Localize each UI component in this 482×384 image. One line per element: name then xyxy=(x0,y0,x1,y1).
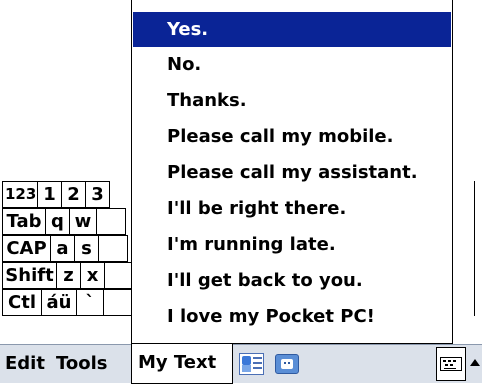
key-a[interactable]: a xyxy=(50,235,75,262)
key-shift[interactable]: Shift xyxy=(2,262,57,289)
keyboard-edge xyxy=(474,262,482,289)
menu-item-thanks[interactable]: Thanks. xyxy=(133,83,451,118)
key-3[interactable]: 3 xyxy=(85,181,110,208)
key-x[interactable]: x xyxy=(80,262,105,289)
key-1[interactable]: 1 xyxy=(37,181,62,208)
key-s[interactable]: s xyxy=(74,235,99,262)
menu-item-no[interactable]: No. xyxy=(133,47,451,82)
menu-item-running-late[interactable]: I'm running late. xyxy=(133,227,451,262)
emoticon-icon[interactable] xyxy=(275,354,299,374)
menu-item-right-there[interactable]: I'll be right there. xyxy=(133,191,451,226)
key-ctl[interactable]: Ctl xyxy=(2,289,42,316)
key-e[interactable] xyxy=(96,208,126,235)
keyboard-edge xyxy=(474,181,482,208)
my-text-popup-menu: Yes. No. Thanks. Please call my mobile. … xyxy=(131,0,453,344)
key-c[interactable] xyxy=(104,262,134,289)
my-text-menu[interactable]: My Text xyxy=(131,344,233,384)
key-123[interactable]: 123 xyxy=(2,181,38,208)
key-accents[interactable]: áü xyxy=(41,289,77,316)
key-tab[interactable]: Tab xyxy=(2,208,46,235)
menu-bar: Edit Tools My Text xyxy=(0,344,482,384)
edit-menu[interactable]: Edit xyxy=(5,345,45,383)
keyboard-row-4: Shift z x xyxy=(2,262,134,289)
menu-up-arrow-icon[interactable] xyxy=(470,359,480,366)
keyboard-row-3: CAP a s xyxy=(2,235,128,262)
key-backslash[interactable] xyxy=(103,289,133,316)
key-caps[interactable]: CAP xyxy=(2,235,51,262)
key-d[interactable] xyxy=(98,235,128,262)
keyboard-edge xyxy=(474,235,482,262)
keyboard-row-5: Ctl áü ` xyxy=(2,289,133,316)
menu-item-call-assistant[interactable]: Please call my assistant. xyxy=(133,155,451,190)
keyboard-row-1: 123 1 2 3 xyxy=(2,181,110,208)
menu-item-call-mobile[interactable]: Please call my mobile. xyxy=(133,119,451,154)
contact-card-icon[interactable] xyxy=(239,353,264,375)
keyboard-edge xyxy=(474,289,482,316)
menu-item-get-back[interactable]: I'll get back to you. xyxy=(133,263,451,298)
key-w[interactable]: w xyxy=(69,208,97,235)
key-backtick[interactable]: ` xyxy=(76,289,104,316)
keyboard-row-2: Tab q w xyxy=(2,208,126,235)
key-q[interactable]: q xyxy=(45,208,70,235)
key-z[interactable]: z xyxy=(56,262,81,289)
key-2[interactable]: 2 xyxy=(61,181,86,208)
keyboard-edge xyxy=(474,208,482,235)
menu-item-yes[interactable]: Yes. xyxy=(133,12,451,47)
menu-item-love-pocket-pc[interactable]: I love my Pocket PC! xyxy=(133,299,451,334)
tools-menu[interactable]: Tools xyxy=(56,345,108,383)
keyboard-icon[interactable] xyxy=(436,347,466,381)
